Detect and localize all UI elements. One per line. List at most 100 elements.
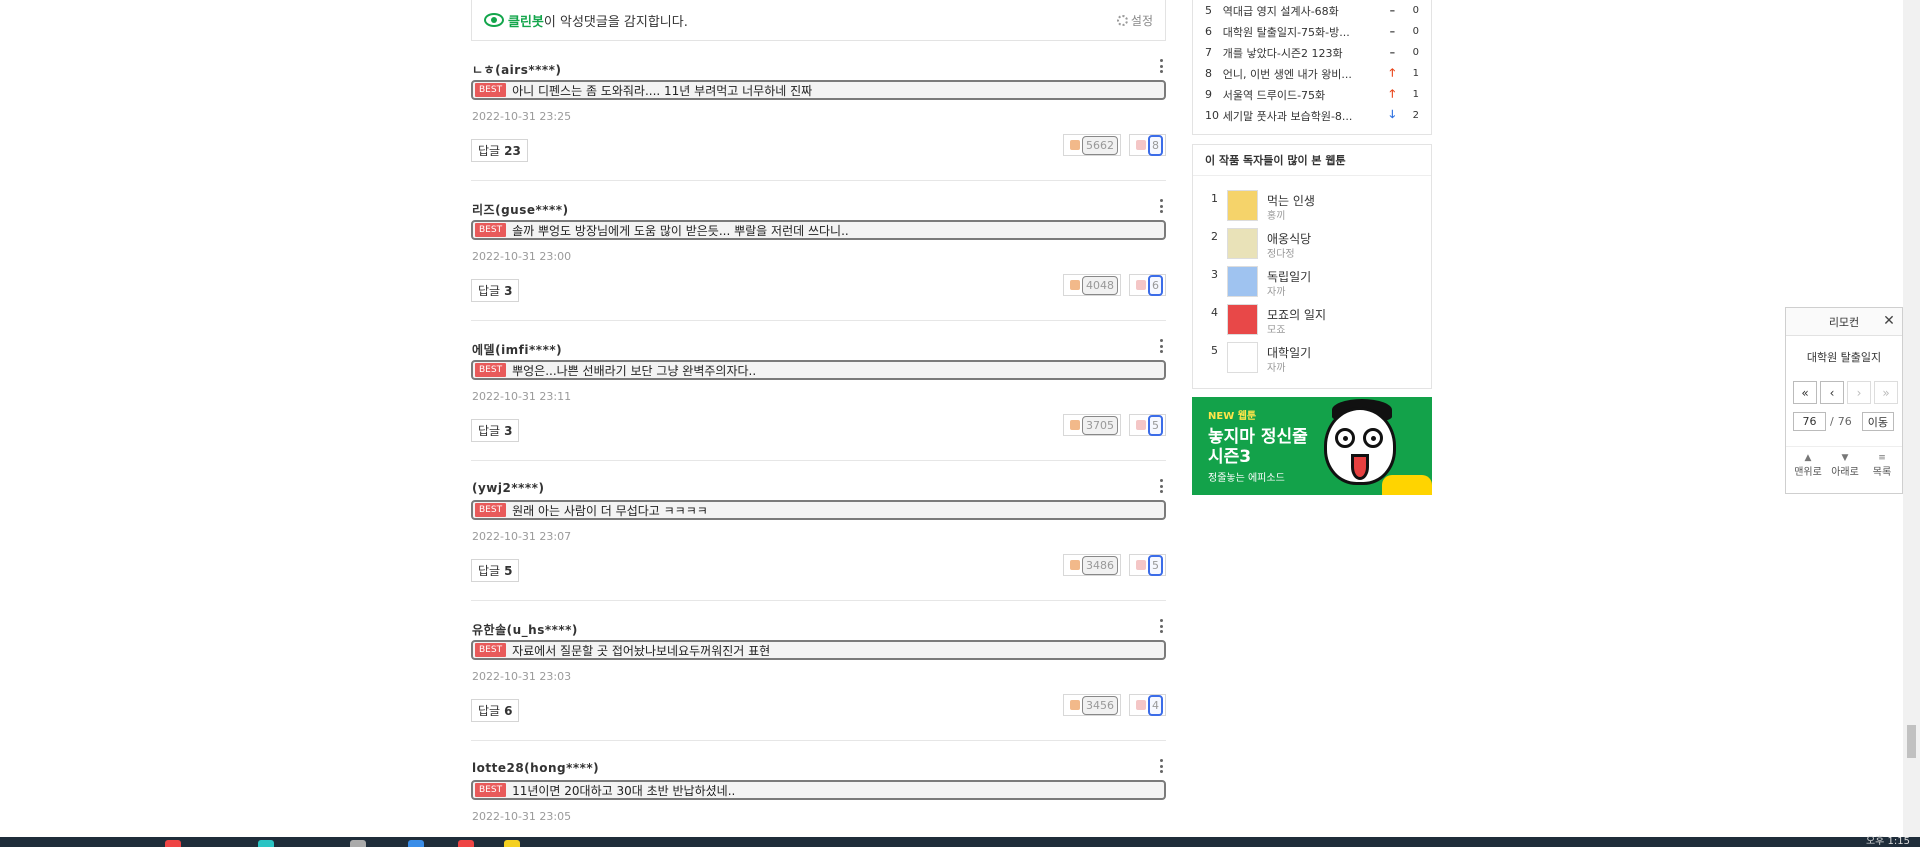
rank-change-value: 0 <box>1412 5 1419 16</box>
dislike-button[interactable]: 4 <box>1129 694 1166 716</box>
close-icon[interactable]: ✕ <box>1882 314 1896 328</box>
list-button[interactable]: ≡ 목록 <box>1864 453 1900 478</box>
page: 클린봇 이 악성댓글을 감지합니다. 설정 ㄴㅎ(airs****) BEST 아니… <box>0 0 1920 847</box>
more-options-icon[interactable] <box>1158 759 1164 773</box>
best-badge: BEST <box>475 503 507 517</box>
taskbar-clock: 오후 1:15 <box>1865 836 1910 847</box>
dislike-button[interactable]: 5 <box>1129 554 1166 576</box>
comment-text-box: BEST 11년이면 20대하고 30대 초반 반납하셨네.. <box>471 780 1166 800</box>
more-options-icon[interactable] <box>1158 619 1164 633</box>
comment-author[interactable]: ㄴㅎ(airs****) <box>472 61 561 78</box>
taskbar-app-icon[interactable] <box>504 840 520 847</box>
next-episode-button[interactable]: › <box>1847 381 1871 404</box>
related-webtoon-item[interactable]: 4 모죠의 일지 모죠 <box>1193 304 1433 340</box>
rank-change-icon: 🡑 <box>1389 87 1396 100</box>
best-badge: BEST <box>475 783 507 797</box>
ranking-item[interactable]: 8 언니, 이번 생엔 내가 왕비... 🡑 1 <box>1205 63 1419 84</box>
like-button[interactable]: 3456 <box>1063 694 1121 716</box>
like-button[interactable]: 4048 <box>1063 274 1121 296</box>
reply-button[interactable]: 답글 3 <box>471 279 520 302</box>
comment-text: 11년이면 20대하고 30대 초반 반납하셨네.. <box>512 783 736 798</box>
taskbar-app-icon[interactable] <box>165 840 181 847</box>
ranking-number: 7 <box>1205 46 1212 59</box>
comment-author[interactable]: (ywj2****) <box>472 481 544 495</box>
first-episode-button[interactable]: « <box>1793 381 1817 404</box>
cleanbot-message: 이 악성댓글을 감지합니다. <box>543 14 688 30</box>
related-webtoon-item[interactable]: 1 먹는 인생 홍끼 <box>1193 190 1433 226</box>
related-rank: 4 <box>1211 306 1218 319</box>
scrollbar-thumb[interactable] <box>1907 725 1916 758</box>
dislike-button[interactable]: 6 <box>1129 274 1166 296</box>
reply-count: 23 <box>504 143 521 158</box>
comment-author[interactable]: lotte28(hong****) <box>472 761 599 775</box>
dislike-count: 6 <box>1148 274 1163 296</box>
taskbar-app-icon[interactable] <box>458 840 474 847</box>
taskbar-app-icon[interactable] <box>408 840 424 847</box>
cleanbot-settings-button[interactable]: 설정 <box>1116 12 1153 29</box>
ranking-item[interactable]: 6 대학원 탈출일지-75화-방... – 0 <box>1205 21 1419 42</box>
like-button[interactable]: 5662 <box>1063 134 1121 156</box>
reply-button[interactable]: 답글 23 <box>471 139 528 162</box>
comment-section: 클린봇 이 악성댓글을 감지합니다. 설정 ㄴㅎ(airs****) BEST 아니… <box>471 0 1166 847</box>
related-webtoon-item[interactable]: 2 애옹식당 정다정 <box>1193 228 1433 264</box>
dislike-button[interactable]: 8 <box>1129 134 1166 156</box>
reply-label: 답글 <box>478 284 501 298</box>
webtoon-thumbnail[interactable] <box>1227 342 1258 373</box>
related-webtoons-heading: 이 작품 독자들이 많이 본 웹툰 <box>1193 145 1431 176</box>
reply-button[interactable]: 답글 3 <box>471 419 520 442</box>
go-button[interactable]: 이동 <box>1861 412 1894 431</box>
webtoon-thumbnail[interactable] <box>1227 266 1258 297</box>
related-rank: 3 <box>1211 268 1218 281</box>
more-options-icon[interactable] <box>1158 59 1164 73</box>
more-options-icon[interactable] <box>1158 479 1164 493</box>
page-separator: / <box>1830 415 1834 428</box>
remote-control-panel: 리모컨 ✕ 대학원 탈출일지 « ‹ › » 76 / 76 이동 ▲ 맨위로 … <box>1785 307 1903 494</box>
comment-text: 자료에서 질문할 곳 접어놨나보네요두꺼워진거 표현 <box>512 643 771 658</box>
like-count: 3486 <box>1082 555 1118 575</box>
ranking-item[interactable]: 7 개를 낳았다-시즌2 123화 – 0 <box>1205 42 1419 63</box>
ranking-item[interactable]: 9 서울역 드루이드-75화 🡑 1 <box>1205 84 1419 105</box>
related-webtoon-item[interactable]: 3 독립일기 자까 <box>1193 266 1433 302</box>
dislike-button[interactable]: 5 <box>1129 414 1166 436</box>
comment-text-box: BEST 솔까 뿌엉도 방장님에게 도움 많이 받은듯... 뿌랄을 저런데 쓰다… <box>471 220 1166 240</box>
banner-title: 놓지마 정신줄 시즌3 <box>1208 427 1308 467</box>
related-webtoon-item[interactable]: 5 대학일기 자까 <box>1193 342 1433 378</box>
more-options-icon[interactable] <box>1158 199 1164 213</box>
scroll-top-button[interactable]: ▲ 맨위로 <box>1790 453 1826 478</box>
new-webtoon-banner[interactable]: NEW 웹툰 놓지마 정신줄 시즌3 정줄놓는 에피소드 <box>1192 397 1432 495</box>
rank-change-value: 2 <box>1412 110 1419 121</box>
episode-number-input[interactable]: 76 <box>1793 412 1826 431</box>
thumbs-down-icon <box>1136 140 1146 150</box>
like-button[interactable]: 3486 <box>1063 554 1121 576</box>
prev-episode-button[interactable]: ‹ <box>1820 381 1844 404</box>
comment-author[interactable]: 리즈(guse****) <box>472 201 569 218</box>
scroll-bottom-button[interactable]: ▼ 아래로 <box>1827 453 1863 478</box>
ranking-item[interactable]: 10 세기말 풋사과 보습학원-8... 🡓 2 <box>1205 105 1419 126</box>
comment-text: 뿌엉은...나쁜 선배라기 보단 그냥 완벽주의자다.. <box>512 363 757 378</box>
webtoon-thumbnail[interactable] <box>1227 190 1258 221</box>
reply-button[interactable]: 답글 6 <box>471 699 520 722</box>
last-episode-button[interactable]: » <box>1874 381 1898 404</box>
best-badge: BEST <box>475 643 507 657</box>
webtoon-thumbnail[interactable] <box>1227 304 1258 335</box>
comment-author[interactable]: 유한솔(u_hs****) <box>472 621 578 638</box>
ranking-number: 5 <box>1205 4 1212 17</box>
taskbar-app-icon[interactable] <box>258 840 274 847</box>
like-count: 3705 <box>1082 415 1118 435</box>
related-rank: 2 <box>1211 230 1218 243</box>
comment-text: 솔까 뿌엉도 방장님에게 도움 많이 받은듯... 뿌랄을 저런데 쓰다니.. <box>512 223 849 238</box>
ranking-item[interactable]: 5 역대급 영지 설계사-68화 – 0 <box>1205 0 1419 21</box>
cleanbot-brand: 클린봇 <box>508 14 544 30</box>
comment-text: 원래 아는 사람이 더 무섭다고 ㅋㅋㅋㅋ <box>512 503 708 518</box>
comment-date: 2022-10-31 23:11 <box>472 390 572 403</box>
reply-button[interactable]: 답글 5 <box>471 559 520 582</box>
taskbar-app-icon[interactable] <box>350 840 366 847</box>
rank-change-icon: – <box>1389 4 1396 17</box>
comment-author[interactable]: 에델(imfi****) <box>472 341 562 358</box>
webtoon-thumbnail[interactable] <box>1227 228 1258 259</box>
banner-new-label: NEW 웹툰 <box>1208 411 1257 422</box>
character-eye-right <box>1363 428 1383 448</box>
more-options-icon[interactable] <box>1158 339 1164 353</box>
page-scrollbar[interactable] <box>1903 0 1920 837</box>
like-button[interactable]: 3705 <box>1063 414 1121 436</box>
